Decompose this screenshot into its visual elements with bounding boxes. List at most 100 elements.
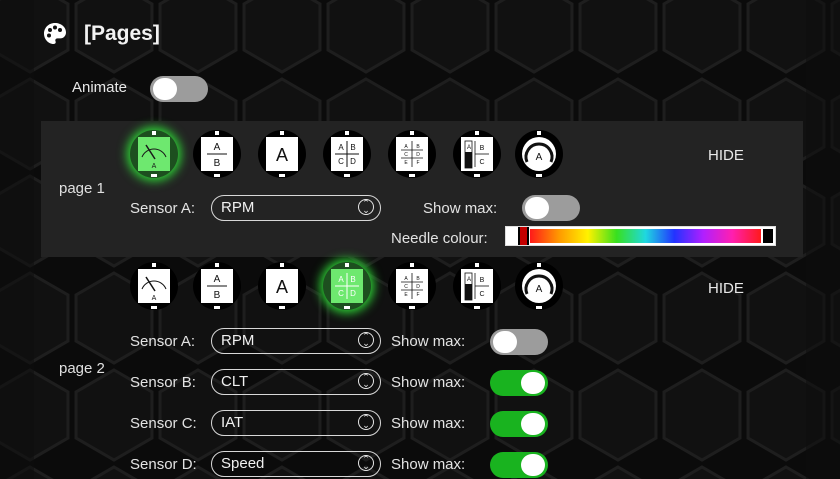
needle-colour-label: Needle colour: bbox=[391, 230, 488, 247]
svg-text:C: C bbox=[404, 284, 408, 290]
quad-layout-icon: A B C D bbox=[331, 137, 363, 171]
page-2-layout-quad[interactable]: A B C D bbox=[323, 262, 371, 310]
svg-text:D: D bbox=[350, 289, 356, 298]
svg-text:D: D bbox=[350, 157, 356, 166]
animate-toggle[interactable] bbox=[150, 76, 208, 102]
svg-text:A: A bbox=[467, 277, 471, 283]
page-2-sensor-b-show-max-toggle[interactable] bbox=[490, 370, 548, 396]
page-2-layout-bar[interactable]: A B C bbox=[453, 262, 501, 310]
page-2-sensor-b-select[interactable]: CLT ⌃ ⌄ bbox=[211, 369, 381, 395]
svg-text:C: C bbox=[404, 152, 408, 158]
svg-text:F: F bbox=[416, 292, 419, 298]
select-value: Speed bbox=[221, 455, 265, 472]
svg-text:C: C bbox=[338, 157, 344, 166]
svg-text:A: A bbox=[536, 284, 543, 295]
page-1-layout-two-row[interactable]: A B bbox=[193, 130, 241, 178]
toggle-knob bbox=[493, 331, 517, 353]
colour-spectrum bbox=[530, 229, 761, 243]
page-1-layout-quad[interactable]: A B C D bbox=[323, 130, 371, 178]
colour-spectrum-end bbox=[763, 229, 773, 243]
bar-layout-icon: A B C bbox=[461, 137, 493, 171]
page-1-label: page 1 bbox=[59, 180, 105, 197]
page-1-sensor-a-label: Sensor A: bbox=[130, 200, 196, 217]
page-2-layout-gauge-dial[interactable]: A bbox=[130, 262, 178, 310]
page-2-layout-arc[interactable]: A bbox=[515, 262, 563, 310]
chevron-updown-icon: ⌃ ⌄ bbox=[358, 199, 374, 215]
page-1-layout-gauge-dial[interactable]: A bbox=[130, 130, 178, 178]
chevron-updown-icon: ⌃ ⌄ bbox=[358, 455, 374, 471]
arc-gauge-icon: A bbox=[522, 269, 556, 303]
svg-text:B: B bbox=[214, 290, 221, 301]
svg-text:D: D bbox=[416, 284, 420, 290]
page-2-sensor-d-show-max-label: Show max: bbox=[391, 456, 466, 473]
dial-gauge-icon: A bbox=[138, 269, 170, 303]
page-1-layout-arc[interactable]: A bbox=[515, 130, 563, 178]
svg-text:A: A bbox=[152, 295, 157, 302]
arc-gauge-icon: A bbox=[522, 137, 556, 171]
palette-icon bbox=[44, 23, 66, 44]
svg-text:A: A bbox=[536, 152, 543, 163]
two-row-layout-icon: A B bbox=[201, 137, 233, 171]
toggle-knob bbox=[521, 413, 545, 435]
page-1-hide-button[interactable]: HIDE bbox=[708, 147, 744, 164]
select-value: IAT bbox=[221, 414, 244, 431]
six-layout-icon: A B C D E F bbox=[396, 137, 428, 171]
dial-gauge-icon: A bbox=[138, 137, 170, 171]
svg-text:A: A bbox=[152, 163, 157, 170]
page-1-layout-six[interactable]: A B C D E F bbox=[388, 130, 436, 178]
needle-colour-slider[interactable] bbox=[505, 226, 776, 246]
page-2-sensor-d-show-max-toggle[interactable] bbox=[490, 452, 548, 478]
svg-text:B: B bbox=[480, 277, 485, 284]
page-2-sensor-c-show-max-toggle[interactable] bbox=[490, 411, 548, 437]
page-1-layout-single[interactable]: A bbox=[258, 130, 306, 178]
bar-layout-icon: A B C bbox=[461, 269, 493, 303]
select-value: RPM bbox=[221, 332, 255, 349]
toggle-knob bbox=[521, 454, 545, 476]
svg-text:D: D bbox=[416, 152, 420, 158]
svg-text:A: A bbox=[338, 275, 344, 284]
page-2-layout-single[interactable]: A bbox=[258, 262, 306, 310]
page-2-sensor-b-show-max-label: Show max: bbox=[391, 374, 466, 391]
select-value: RPM bbox=[221, 199, 255, 216]
needle-colour-handle[interactable] bbox=[518, 227, 529, 245]
svg-text:A: A bbox=[214, 274, 221, 285]
chevron-updown-icon: ⌃ ⌄ bbox=[358, 373, 374, 389]
animate-label: Animate bbox=[72, 79, 128, 96]
page-1-show-max-toggle[interactable] bbox=[522, 195, 580, 221]
page-2-sensor-c-show-max-label: Show max: bbox=[391, 415, 466, 432]
svg-text:B: B bbox=[480, 145, 485, 152]
quad-layout-icon: A B C D bbox=[331, 269, 363, 303]
svg-text:C: C bbox=[479, 291, 484, 298]
svg-text:A: A bbox=[467, 145, 471, 151]
page-1-layout-bar[interactable]: A B C bbox=[453, 130, 501, 178]
single-layout-icon: A bbox=[266, 269, 298, 303]
page-2-sensor-b-label: Sensor B: bbox=[130, 374, 196, 391]
chevron-updown-icon: ⌃ ⌄ bbox=[358, 332, 374, 348]
page-2-sensor-a-select[interactable]: RPM ⌃ ⌄ bbox=[211, 328, 381, 354]
svg-text:C: C bbox=[338, 289, 344, 298]
chevron-updown-icon: ⌃ ⌄ bbox=[358, 414, 374, 430]
toggle-knob bbox=[153, 78, 177, 100]
page-2-sensor-a-show-max-toggle[interactable] bbox=[490, 329, 548, 355]
svg-text:A: A bbox=[276, 277, 288, 297]
page-2-sensor-c-select[interactable]: IAT ⌃ ⌄ bbox=[211, 410, 381, 436]
six-layout-icon: A B C D E F bbox=[396, 269, 428, 303]
page-2-layout-two-row[interactable]: A B bbox=[193, 262, 241, 310]
page-2-sensor-a-show-max-label: Show max: bbox=[391, 333, 466, 350]
page-2-label: page 2 bbox=[59, 360, 105, 377]
page-2-hide-button[interactable]: HIDE bbox=[708, 280, 744, 297]
svg-text:B: B bbox=[350, 143, 355, 152]
header: [Pages] bbox=[42, 14, 160, 54]
page-2-layout-six[interactable]: A B C D E F bbox=[388, 262, 436, 310]
svg-text:B: B bbox=[214, 158, 221, 169]
single-layout-icon: A bbox=[266, 137, 298, 171]
page-2-sensor-d-select[interactable]: Speed ⌃ ⌄ bbox=[211, 451, 381, 477]
page-title: [Pages] bbox=[84, 22, 160, 45]
svg-text:C: C bbox=[479, 159, 484, 166]
svg-text:A: A bbox=[276, 145, 288, 165]
svg-text:F: F bbox=[416, 160, 419, 166]
svg-text:A: A bbox=[338, 143, 344, 152]
page-2-sensor-c-label: Sensor C: bbox=[130, 415, 197, 432]
toggle-knob bbox=[525, 197, 549, 219]
page-1-sensor-a-select[interactable]: RPM ⌃ ⌄ bbox=[211, 195, 381, 221]
